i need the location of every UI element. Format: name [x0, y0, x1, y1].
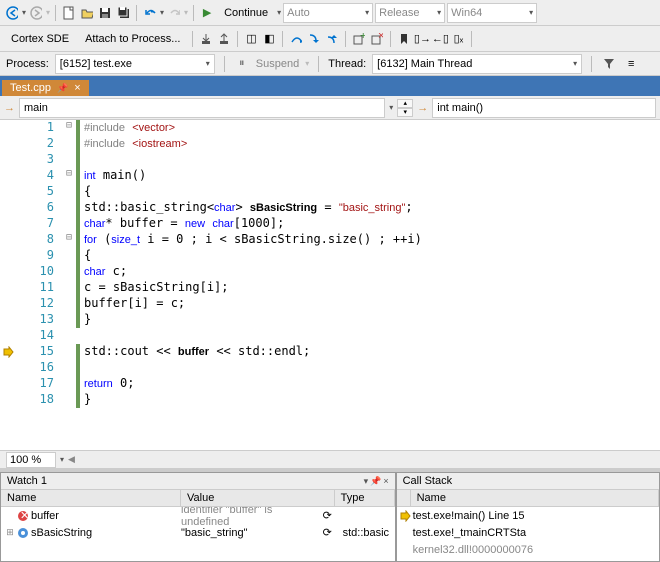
fold-icon[interactable]: ⊟ [62, 120, 76, 136]
process-label: Process: [6, 58, 49, 70]
close-tab-icon[interactable]: × [74, 82, 80, 94]
variable-icon [17, 527, 31, 539]
pin-icon[interactable]: 📌 [57, 83, 68, 94]
nav-arrow-icon[interactable]: → [4, 102, 15, 114]
callstack-panel: Call Stack Name test.exe!main() Line 15 … [396, 472, 660, 562]
process-select[interactable]: [6152] test.exe▾ [55, 54, 215, 74]
step-over-icon[interactable] [288, 31, 304, 47]
tb2-icon-2[interactable]: ◧ [261, 31, 277, 47]
code-editor[interactable]: 1⊟#include <vector> 2#include <iostream>… [0, 120, 660, 450]
error-icon: ✕ [17, 510, 31, 522]
filter-icon[interactable] [601, 56, 617, 72]
watch-row-empty[interactable] [1, 541, 395, 558]
build-dropdown[interactable]: Release▾ [375, 3, 445, 23]
refresh-icon[interactable]: ⟳ [323, 526, 343, 539]
process-bar: Process: [6152] test.exe▾ ⏸ Suspend ▾ Th… [0, 52, 660, 76]
play-icon[interactable]: ▶ [199, 5, 215, 21]
pin-icon[interactable]: 📌 [370, 476, 381, 487]
watch-panel: Watch 1 ▾📌× Name Value Type ✕ buffer iden… [0, 472, 396, 562]
nav-arrow2-icon[interactable]: → [417, 102, 428, 114]
watch-row[interactable]: ✕ buffer identifier "buffer" is undefine… [1, 507, 395, 524]
col-name[interactable]: Name [1, 490, 181, 506]
next-bookmark-icon[interactable]: ▯→ [414, 31, 430, 47]
suspend-icon[interactable]: ⏸ [234, 56, 250, 72]
fold-icon[interactable]: ⊟ [62, 168, 76, 184]
stack-row[interactable]: test.exe!_tmainCRTSta [397, 524, 659, 541]
col-value[interactable]: Value [181, 490, 335, 506]
new-file-icon[interactable] [61, 5, 77, 21]
file-tab[interactable]: Test.cpp 📌 × [2, 80, 89, 96]
watch-title: Watch 1 [7, 475, 47, 487]
continue-button[interactable]: Continue [217, 4, 275, 22]
fold-icon[interactable]: ⊟ [62, 232, 76, 248]
bookmark-icon[interactable] [396, 31, 412, 47]
svg-text:+: + [360, 33, 365, 42]
svg-text:✕: ✕ [20, 510, 29, 522]
back-icon[interactable] [4, 5, 20, 21]
stack-row[interactable]: kernel32.dll!0000000076 [397, 541, 659, 558]
attach-process-button[interactable]: Attach to Process... [78, 30, 187, 48]
func-select[interactable]: int main() [432, 98, 656, 118]
col-name[interactable]: Name [411, 490, 659, 506]
save-icon[interactable] [97, 5, 113, 21]
tab-label: Test.cpp [10, 82, 51, 94]
stack-icon[interactable]: ≡ [623, 56, 639, 72]
watch-row[interactable]: ⊞ sBasicString "basic_string" ⟳ std::bas… [1, 524, 395, 541]
remove-watch-icon[interactable]: × [369, 31, 385, 47]
main-toolbar: ▾ ▾ ▾ ▾ ▶ Continue ▾ Auto▾ Release▾ Win6… [0, 0, 660, 26]
expand-icon[interactable]: ⊞ [3, 527, 17, 538]
config-dropdown[interactable]: Auto▾ [283, 3, 373, 23]
open-icon[interactable] [79, 5, 95, 21]
tb2-icon-1[interactable]: ◫ [243, 31, 259, 47]
refresh-icon[interactable]: ⟳ [323, 509, 343, 522]
clear-bookmarks-icon[interactable]: ▯ₓ [450, 31, 466, 47]
scroll-left-icon[interactable]: ◀ [68, 454, 75, 465]
suspend-label: Suspend [256, 58, 299, 70]
zoom-select[interactable]: 100 % [6, 452, 56, 468]
current-frame-icon [399, 510, 413, 522]
redo-icon[interactable] [166, 5, 182, 21]
prev-bookmark-icon[interactable]: ←▯ [432, 31, 448, 47]
thread-select[interactable]: [6132] Main Thread▾ [372, 54, 582, 74]
step-out-icon[interactable] [324, 31, 340, 47]
thread-label: Thread: [328, 58, 366, 70]
step-into-icon[interactable] [306, 31, 322, 47]
dropdown-icon[interactable]: ▾ [364, 476, 369, 487]
code-navbar: → main ▾ ▴▾ → int main() [0, 96, 660, 120]
scope-select[interactable]: main [19, 98, 385, 118]
bottom-panels: Watch 1 ▾📌× Name Value Type ✕ buffer iden… [0, 472, 660, 562]
svg-text:×: × [378, 33, 383, 42]
undo-icon[interactable] [142, 5, 158, 21]
forward-icon[interactable] [28, 5, 44, 21]
watch-columns: Name Value Type [1, 489, 395, 507]
current-line-icon [2, 346, 14, 358]
download-icon[interactable] [198, 31, 214, 47]
scope-caret-icon[interactable]: ▾ [389, 103, 393, 112]
callstack-title: Call Stack [403, 475, 453, 487]
stack-row[interactable]: test.exe!main() Line 15 [397, 507, 659, 524]
save-all-icon[interactable] [115, 5, 131, 21]
close-icon[interactable]: × [383, 476, 388, 487]
zoom-bar: 100 % ▾ ◀ [0, 450, 660, 468]
add-watch-icon[interactable]: + [351, 31, 367, 47]
file-tabs: Test.cpp 📌 × [0, 76, 660, 96]
cortex-sde-button[interactable]: Cortex SDE [4, 30, 76, 48]
platform-dropdown[interactable]: Win64▾ [447, 3, 537, 23]
second-toolbar: Cortex SDE Attach to Process... ◫ ◧ + × … [0, 26, 660, 52]
nav-spinner[interactable]: ▴▾ [397, 99, 413, 117]
upload-icon[interactable] [216, 31, 232, 47]
col-type[interactable]: Type [335, 490, 395, 506]
